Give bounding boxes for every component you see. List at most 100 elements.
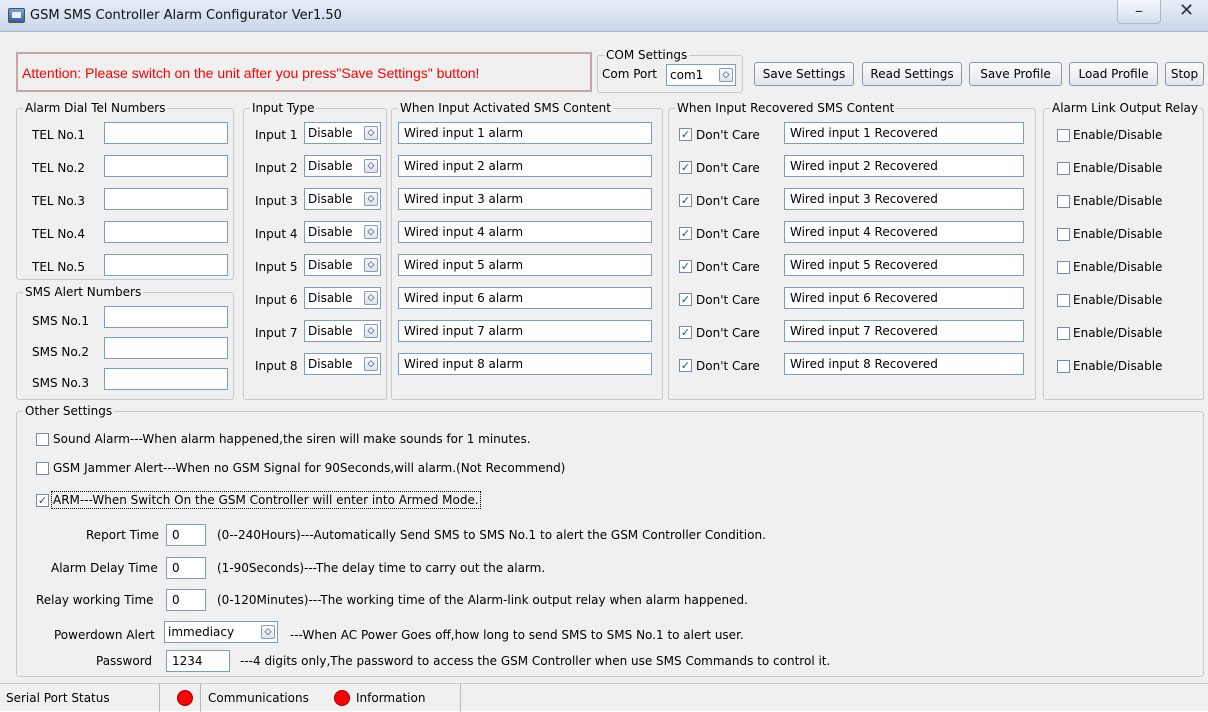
dont-care-checkbox[interactable]: ✓ — [679, 194, 692, 207]
alarm-delay-desc: (1-90Seconds)---The delay time to carry … — [217, 561, 546, 575]
activated-sms-input[interactable]: Wired input 2 alarm — [398, 155, 652, 177]
recovered-sms-input[interactable]: Wired input 5 Recovered — [784, 254, 1024, 276]
dont-care-checkbox[interactable]: ✓ — [679, 128, 692, 141]
dont-care-checkbox[interactable]: ✓ — [679, 227, 692, 240]
recovered-sms-input[interactable]: Wired input 8 Recovered — [784, 353, 1024, 375]
recovered-sms-input[interactable]: Wired input 4 Recovered — [784, 221, 1024, 243]
dont-care-checkbox[interactable]: ✓ — [679, 326, 692, 339]
chevron-updown-icon: ◇ — [364, 192, 378, 206]
input-type-select[interactable]: Disable ◇ — [304, 353, 381, 375]
relay-enable-checkbox[interactable] — [1057, 129, 1070, 142]
dont-care-checkbox[interactable]: ✓ — [679, 260, 692, 273]
input-type-select[interactable]: Disable ◇ — [304, 188, 381, 210]
alarm-delay-label: Alarm Delay Time — [51, 561, 158, 575]
input-type-value: Disable — [308, 225, 353, 239]
relay-time-input[interactable]: 0 — [166, 589, 206, 611]
tel-input[interactable] — [104, 122, 228, 144]
input-type-select[interactable]: Disable ◇ — [304, 287, 381, 309]
input-type-select[interactable]: Disable ◇ — [304, 122, 381, 144]
app-icon — [8, 8, 25, 23]
save-profile-button[interactable]: Save Profile — [969, 62, 1062, 86]
attention-banner: Attention: Please switch on the unit aft… — [16, 52, 592, 92]
input-type-label: Input 6 — [255, 293, 298, 307]
relay-enable-checkbox[interactable] — [1057, 294, 1070, 307]
close-button[interactable]: ✕ — [1165, 0, 1208, 24]
input-type-select[interactable]: Disable ◇ — [304, 155, 381, 177]
relay-enable-checkbox[interactable] — [1057, 195, 1070, 208]
com-settings-group: COM Settings Com Port com1 ◇ — [597, 48, 743, 93]
input-type-value: Disable — [308, 357, 353, 371]
password-label: Password — [96, 654, 153, 668]
relay-enable-label: Enable/Disable — [1073, 194, 1163, 208]
activated-sms-input[interactable]: Wired input 4 alarm — [398, 221, 652, 243]
dont-care-checkbox[interactable]: ✓ — [679, 293, 692, 306]
input-type-value: Disable — [308, 324, 353, 338]
dont-care-label: Don't Care — [696, 359, 760, 373]
input-type-value: Disable — [308, 159, 353, 173]
load-profile-button[interactable]: Load Profile — [1069, 62, 1158, 86]
sms-label: SMS No.1 — [32, 314, 89, 328]
sms-label: SMS No.2 — [32, 345, 89, 359]
relay-enable-checkbox[interactable] — [1057, 360, 1070, 373]
powerdown-select[interactable]: immediacy ◇ — [164, 621, 278, 643]
alarm-dial-legend: Alarm Dial Tel Numbers — [23, 101, 168, 115]
relay-enable-checkbox[interactable] — [1057, 162, 1070, 175]
sound-alarm-label: Sound Alarm---When alarm happened,the si… — [53, 432, 531, 446]
recovered-sms-input[interactable]: Wired input 6 Recovered — [784, 287, 1024, 309]
dont-care-checkbox[interactable]: ✓ — [679, 161, 692, 174]
stop-button[interactable]: Stop — [1165, 62, 1204, 86]
tel-input[interactable] — [104, 254, 228, 276]
sms-input[interactable] — [104, 368, 228, 390]
recovered-sms-input[interactable]: Wired input 3 Recovered — [784, 188, 1024, 210]
save-settings-button[interactable]: Save Settings — [754, 62, 854, 86]
input-type-label: Input 7 — [255, 326, 298, 340]
relay-enable-checkbox[interactable] — [1057, 327, 1070, 340]
dont-care-label: Don't Care — [696, 260, 760, 274]
recovered-sms-input[interactable]: Wired input 2 Recovered — [784, 155, 1024, 177]
tel-label: TEL No.1 — [32, 128, 85, 142]
input-type-select[interactable]: Disable ◇ — [304, 221, 381, 243]
relay-enable-label: Enable/Disable — [1073, 293, 1163, 307]
activated-sms-input[interactable]: Wired input 6 alarm — [398, 287, 652, 309]
recovered-content-legend: When Input Recovered SMS Content — [675, 101, 897, 115]
title-bar: GSM SMS Controller Alarm Configurator Ve… — [0, 0, 1208, 32]
dont-care-label: Don't Care — [696, 194, 760, 208]
recovered-sms-input[interactable]: Wired input 1 Recovered — [784, 122, 1024, 144]
activated-sms-input[interactable]: Wired input 7 alarm — [398, 320, 652, 342]
gsm-jammer-checkbox[interactable] — [36, 462, 49, 475]
read-settings-button[interactable]: Read Settings — [862, 62, 962, 86]
activated-sms-input[interactable]: Wired input 5 alarm — [398, 254, 652, 276]
report-time-input[interactable]: 0 — [166, 524, 206, 546]
relay-enable-checkbox[interactable] — [1057, 261, 1070, 274]
dont-care-label: Don't Care — [696, 293, 760, 307]
password-input[interactable]: 1234 — [166, 650, 230, 672]
sms-input[interactable] — [104, 306, 228, 328]
activated-sms-input[interactable]: Wired input 3 alarm — [398, 188, 652, 210]
chevron-updown-icon: ◇ — [719, 68, 733, 82]
tel-input[interactable] — [104, 188, 228, 210]
com-port-value: com1 — [670, 68, 704, 82]
activated-sms-input[interactable]: Wired input 1 alarm — [398, 122, 652, 144]
input-type-select[interactable]: Disable ◇ — [304, 320, 381, 342]
app-window: GSM SMS Controller Alarm Configurator Ve… — [0, 0, 1208, 712]
sound-alarm-checkbox[interactable] — [36, 433, 49, 446]
relay-enable-checkbox[interactable] — [1057, 228, 1070, 241]
dont-care-checkbox[interactable]: ✓ — [679, 359, 692, 372]
communications-led-icon — [177, 690, 193, 706]
arm-label: ARM---When Switch On the GSM Controller … — [51, 491, 481, 509]
chevron-updown-icon: ◇ — [364, 159, 378, 173]
sms-input[interactable] — [104, 337, 228, 359]
com-port-select[interactable]: com1 ◇ — [666, 64, 736, 86]
chevron-updown-icon: ◇ — [364, 225, 378, 239]
relay-time-desc: (0-120Minutes)---The working time of the… — [217, 593, 748, 607]
alarm-delay-input[interactable]: 0 — [166, 557, 206, 579]
tel-input[interactable] — [104, 155, 228, 177]
tel-input[interactable] — [104, 221, 228, 243]
other-settings-legend: Other Settings — [23, 404, 115, 418]
chevron-updown-icon: ◇ — [364, 126, 378, 140]
input-type-select[interactable]: Disable ◇ — [304, 254, 381, 276]
recovered-sms-input[interactable]: Wired input 7 Recovered — [784, 320, 1024, 342]
arm-checkbox[interactable]: ✓ — [36, 494, 49, 507]
minimize-button[interactable]: – — [1117, 0, 1161, 24]
activated-sms-input[interactable]: Wired input 8 alarm — [398, 353, 652, 375]
